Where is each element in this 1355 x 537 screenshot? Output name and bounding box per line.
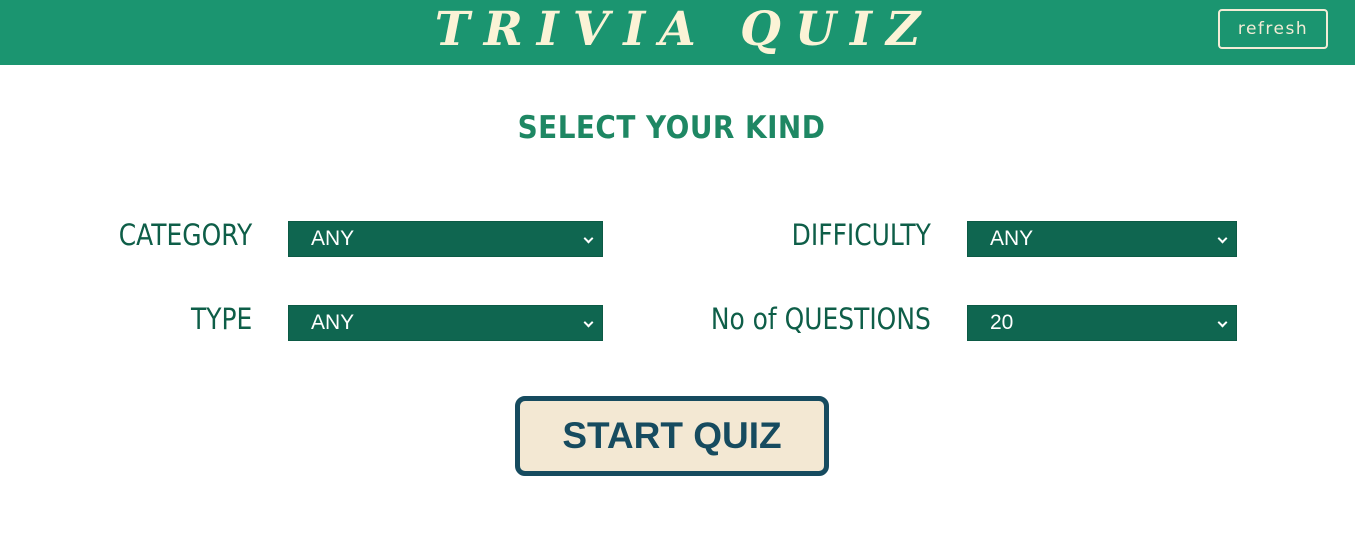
page-title: SELECT YOUR KIND [517, 110, 826, 146]
questions-select-value: 20 [990, 311, 1014, 334]
difficulty-label: DIFFICULTY [791, 218, 931, 252]
category-select-value: ANY [311, 227, 355, 250]
category-select[interactable]: ANY [288, 221, 603, 257]
header-bar: TRIVIA QUIZ refresh [0, 0, 1355, 65]
chevron-down-icon [583, 317, 594, 328]
questions-label: No of QUESTIONS [711, 302, 931, 336]
app-title: TRIVIA QUIZ [434, 2, 935, 57]
type-label: TYPE [190, 302, 252, 336]
questions-select[interactable]: 20 [967, 305, 1237, 341]
category-label: CATEGORY [118, 218, 252, 252]
start-quiz-button[interactable]: START QUIZ [515, 396, 829, 476]
difficulty-select-value: ANY [990, 227, 1034, 250]
chevron-down-icon [583, 233, 594, 244]
chevron-down-icon [1217, 317, 1228, 328]
type-select-value: ANY [311, 311, 355, 334]
refresh-button[interactable]: refresh [1218, 9, 1328, 49]
difficulty-select[interactable]: ANY [967, 221, 1237, 257]
type-select[interactable]: ANY [288, 305, 603, 341]
chevron-down-icon [1217, 233, 1228, 244]
